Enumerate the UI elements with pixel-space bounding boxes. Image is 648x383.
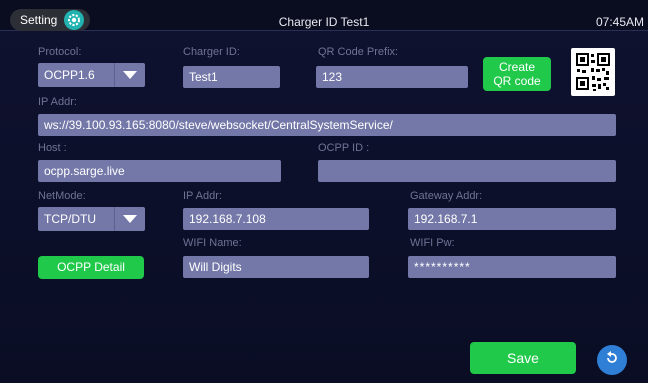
ocpp-id-label: OCPP ID : xyxy=(318,142,370,154)
host-field[interactable]: ocpp.sarge.live xyxy=(38,160,281,182)
create-qr-line1: Create xyxy=(498,60,536,74)
protocol-dropdown[interactable]: OCPP1.6 xyxy=(38,63,145,87)
lan-ip-field[interactable]: 192.168.7.108 xyxy=(183,208,369,230)
ip-addr-label: IP Addr: xyxy=(38,96,77,108)
title-bar: Setting Charger ID Test1 07:45AM xyxy=(0,0,648,31)
screen: Setting Charger ID Test1 07:45AM Protoco… xyxy=(0,0,648,383)
lan-ip-label: IP Addr: xyxy=(183,190,222,202)
host-label: Host : xyxy=(38,142,67,154)
netmode-label: NetMode: xyxy=(38,190,86,202)
gateway-label: Gateway Addr: xyxy=(410,190,483,202)
chevron-down-icon[interactable] xyxy=(114,63,145,87)
charger-id-field[interactable]: Test1 xyxy=(183,66,280,88)
wifi-pw-field[interactable]: ********** xyxy=(408,256,616,278)
qr-prefix-label: QR Code Prefix: xyxy=(318,46,399,58)
wifi-name-field[interactable]: Will Digits xyxy=(183,256,369,278)
save-button[interactable]: Save xyxy=(470,342,576,374)
create-qr-button[interactable]: Create QR code xyxy=(483,57,551,91)
back-button[interactable] xyxy=(597,345,627,375)
chevron-down-icon[interactable] xyxy=(114,207,145,231)
back-arrow-icon xyxy=(604,350,620,371)
netmode-value: TCP/DTU xyxy=(44,212,96,226)
netmode-dropdown[interactable]: TCP/DTU xyxy=(38,207,145,231)
qr-prefix-field[interactable]: 123 xyxy=(316,66,468,88)
wifi-name-label: WIFI Name: xyxy=(183,237,242,249)
charger-id-label: Charger ID: xyxy=(183,46,240,58)
ocpp-detail-button[interactable]: OCPP Detail xyxy=(38,256,144,279)
wifi-pw-label: WIFI Pw: xyxy=(410,237,455,249)
gateway-field[interactable]: 192.168.7.1 xyxy=(408,208,616,230)
ocpp-id-field[interactable] xyxy=(318,160,616,182)
protocol-label: Protocol: xyxy=(38,46,82,58)
page-title: Charger ID Test1 xyxy=(278,15,370,29)
create-qr-line2: QR code xyxy=(493,74,541,88)
ip-addr-field[interactable]: ws://39.100.93.165:8080/steve/websocket/… xyxy=(38,114,616,136)
protocol-value: OCPP1.6 xyxy=(44,68,95,82)
clock: 07:45AM xyxy=(595,15,644,29)
qr-code-icon xyxy=(571,48,615,96)
